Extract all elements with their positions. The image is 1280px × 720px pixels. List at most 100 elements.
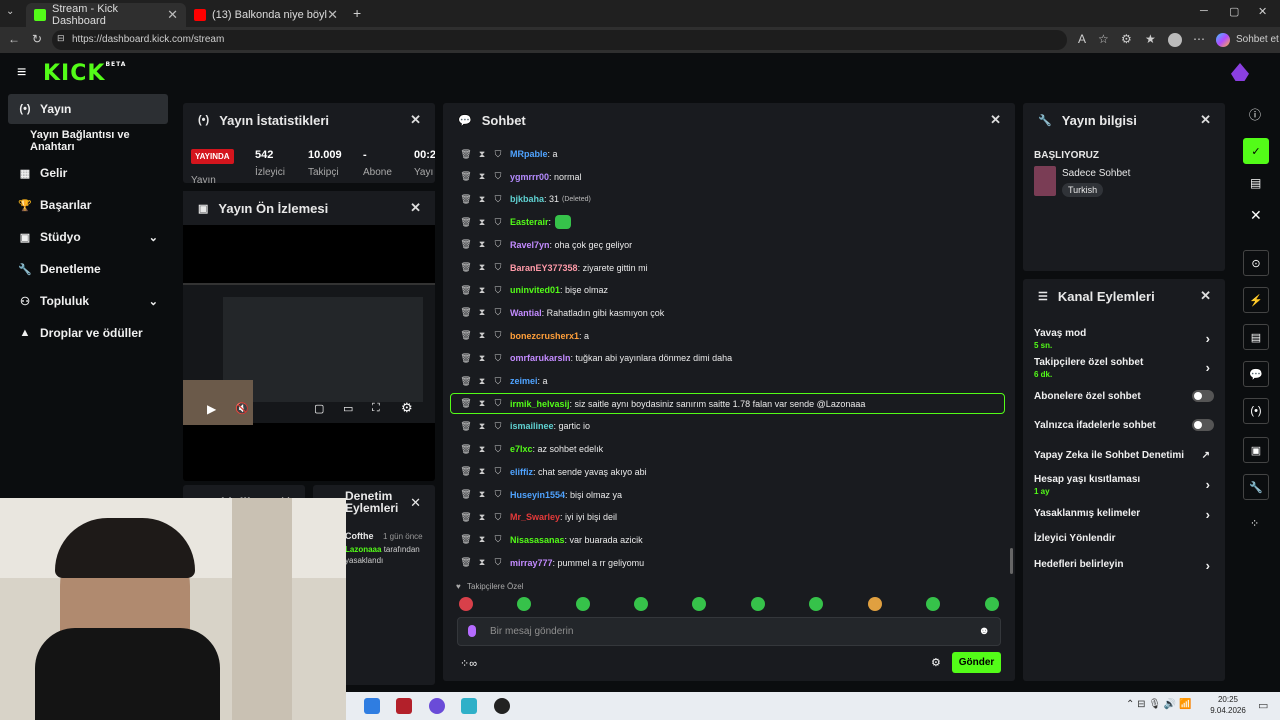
new-tab-icon[interactable]: + <box>353 5 361 21</box>
chat-username[interactable]: ismailinee <box>510 421 554 431</box>
timeout-icon[interactable]: ⧗ <box>476 489 488 500</box>
broadcast-icon[interactable]: (•) <box>1243 398 1269 424</box>
chat-message[interactable]: 🗑 ⧗ ⛉ BaranEY377358: ziyarete gittin mi <box>460 258 647 278</box>
timeout-icon[interactable]: ⧗ <box>476 444 488 455</box>
profile-avatar[interactable] <box>1168 33 1182 47</box>
delete-icon[interactable]: 🗑 <box>460 534 472 545</box>
delete-icon[interactable]: 🗑 <box>460 466 472 477</box>
sidebar-item-yayin[interactable]: (•) Yayın <box>8 94 168 124</box>
ban-shield-icon[interactable]: ⛉ <box>492 149 504 160</box>
notifications-icon[interactable]: ▭ <box>1258 699 1268 712</box>
emote-button[interactable] <box>926 597 940 611</box>
play-icon[interactable]: ▶ <box>207 402 216 416</box>
sidebar-item-droplar[interactable]: ▲ Droplar ve ödüller <box>8 318 168 348</box>
close-icon[interactable]: ✕ <box>1250 207 1262 224</box>
ban-shield-icon[interactable]: ⛉ <box>492 398 504 409</box>
close-tab-icon[interactable]: ✕ <box>167 7 178 23</box>
notification-bell-icon[interactable] <box>1231 63 1249 81</box>
ban-shield-icon[interactable]: ⛉ <box>492 421 504 432</box>
chat-username[interactable]: MRpable <box>510 149 548 159</box>
delete-icon[interactable]: 🗑 <box>460 557 472 568</box>
ban-shield-icon[interactable]: ⛉ <box>492 444 504 455</box>
send-button[interactable]: Gönder <box>952 652 1001 673</box>
favorites-icon[interactable]: ★ <box>1145 32 1156 46</box>
category-name[interactable]: Sadece Sohbet <box>1062 168 1130 179</box>
pip-icon[interactable]: ▢ <box>314 402 324 415</box>
timeout-icon[interactable]: ⧗ <box>476 376 488 387</box>
chevron-right-icon[interactable]: › <box>1206 507 1210 522</box>
chat-message[interactable]: 🗑 ⧗ ⛉ Huseyin1554: bişi olmaz ya <box>460 485 622 505</box>
app-icon[interactable] <box>461 698 477 714</box>
delete-icon[interactable]: 🗑 <box>460 512 472 523</box>
chat-username[interactable]: irmik_helvasij <box>510 399 570 409</box>
chat-username[interactable]: ygmrrr00 <box>510 172 549 182</box>
delete-icon[interactable]: 🗑 <box>460 421 472 432</box>
obs-icon[interactable] <box>494 698 510 714</box>
chat-input[interactable]: Bir mesaj gönderin ☻ <box>457 617 1001 646</box>
chat-username[interactable]: Mr_Swarley <box>510 512 560 522</box>
sidebar-item-gelir[interactable]: ▦ Gelir <box>8 158 168 188</box>
chevron-right-icon[interactable]: › <box>1206 331 1210 346</box>
extensions-icon[interactable]: ⚙ <box>1121 32 1132 46</box>
theater-icon[interactable]: ▭ <box>343 402 353 415</box>
channel-action-7[interactable]: Yasaklanmış kelimeler › <box>1034 507 1214 522</box>
kick-points-icon[interactable]: ⁘ <box>1250 517 1259 530</box>
close-tab-icon[interactable]: ✕ <box>327 7 338 23</box>
timeout-icon[interactable]: ⧗ <box>476 421 488 432</box>
chat-message[interactable]: 🗑 ⧗ ⛉ omrfarukarsln: tuğkan abi yayınlara d… <box>460 348 732 368</box>
chat-username[interactable]: bjkbaha <box>510 194 544 204</box>
timeout-icon[interactable]: ⧗ <box>476 307 488 318</box>
ban-shield-icon[interactable]: ⛉ <box>492 171 504 182</box>
delete-icon[interactable]: 🗑 <box>460 330 472 341</box>
timeout-icon[interactable]: ⧗ <box>476 285 488 296</box>
timeout-icon[interactable]: ⧗ <box>476 534 488 545</box>
clock-date[interactable]: 9.04.2026 <box>1204 706 1252 715</box>
timeout-icon[interactable]: ⧗ <box>476 512 488 523</box>
close-icon[interactable]: ✕ <box>1200 288 1211 304</box>
chat-username[interactable]: bonezcrusherx1 <box>510 331 579 341</box>
channel-action-3[interactable]: Abonelere özel sohbet <box>1034 390 1214 402</box>
timeout-icon[interactable]: ⧗ <box>476 239 488 250</box>
emoji-icon[interactable]: ☻ <box>978 625 990 637</box>
close-icon[interactable]: ✕ <box>410 112 421 128</box>
toggle-switch[interactable] <box>1192 419 1214 431</box>
emote-button[interactable] <box>692 597 706 611</box>
system-tray-icons[interactable]: ⌃ ⊟ 🎙 🔊 📶 <box>1126 699 1191 710</box>
chat-username[interactable]: mirray777 <box>510 558 553 568</box>
chat-settings-gear-icon[interactable]: ⚙ <box>931 656 941 669</box>
ban-shield-icon[interactable]: ⛉ <box>492 194 504 205</box>
chat-message[interactable]: 🗑 ⧗ ⛉ Ravel7yn: oha çok geç geliyor <box>460 235 632 255</box>
ban-shield-icon[interactable]: ⛉ <box>492 285 504 296</box>
delete-icon[interactable]: 🗑 <box>460 307 472 318</box>
timeout-icon[interactable]: ⧗ <box>476 330 488 341</box>
screenshot-icon[interactable]: ⊙ <box>1243 250 1269 276</box>
ban-shield-icon[interactable]: ⛉ <box>492 217 504 228</box>
stream-preview-video[interactable]: ▶ 🔇 ▢ ▭ ⛶ ⚙ <box>183 283 435 425</box>
delete-icon[interactable]: 🗑 <box>460 171 472 182</box>
delete-icon[interactable]: 🗑 <box>460 398 472 409</box>
delete-icon[interactable]: 🗑 <box>460 489 472 500</box>
chat-icon[interactable]: 💬 <box>1243 361 1269 387</box>
channel-action-8[interactable]: İzleyici Yönlendir <box>1034 533 1214 544</box>
channel-action-9[interactable]: Hedefleri belirleyin › <box>1034 558 1214 573</box>
settings-gear-icon[interactable]: ⚙ <box>401 400 413 416</box>
chat-username[interactable]: uninvited01 <box>510 285 560 295</box>
video-icon[interactable]: ▣ <box>1243 437 1269 463</box>
close-icon[interactable]: ✕ <box>1200 112 1211 128</box>
tab-kick-dashboard[interactable]: Stream - Kick Dashboard ✕ <box>26 3 186 27</box>
copilot-label[interactable]: Sohbet et <box>1236 34 1279 45</box>
channel-action-1[interactable]: Yavaş mod 5 sn. › <box>1034 328 1214 350</box>
chat-username[interactable]: omrfarukarsln <box>510 353 571 363</box>
emote-button[interactable] <box>459 597 473 611</box>
sidebar-item-studyo[interactable]: ▣ Stüdyo ⌄ <box>8 222 168 252</box>
url-field[interactable]: https://dashboard.kick.com/stream <box>52 30 1067 50</box>
emote-button[interactable] <box>634 597 648 611</box>
more-options-icon[interactable]: ⋯ <box>1193 32 1205 46</box>
channel-action-6[interactable]: Hesap yaşı kısıtlaması 1 ay › <box>1034 474 1214 496</box>
sidebar-item-stream-key[interactable]: Yayın Bağlantısı ve Anahtarı <box>8 126 168 156</box>
delete-icon[interactable]: 🗑 <box>460 217 472 228</box>
ban-shield-icon[interactable]: ⛉ <box>492 330 504 341</box>
stream-title[interactable]: BAŞLIYORUZ <box>1034 150 1099 161</box>
emote-button[interactable] <box>985 597 999 611</box>
read-aloud-icon[interactable]: A <box>1078 32 1086 46</box>
